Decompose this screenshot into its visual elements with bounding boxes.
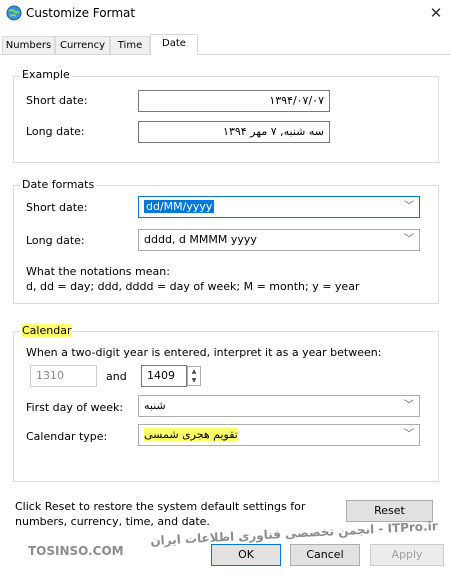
notation-text: d, dd = day; ddd, dddd = day of week; M … <box>26 280 360 293</box>
year-to-field[interactable]: 1409 <box>141 365 187 387</box>
tab-time[interactable]: Time <box>110 36 150 54</box>
reset-info-line-2: numbers, currency, time, and date. <box>15 515 210 528</box>
example-long-field: سه شنبه, ۷ مهر ۱۳۹۴ <box>138 121 330 143</box>
short-date-combo[interactable]: dd/MM/yyyy ﹀ <box>138 196 420 218</box>
two-digit-year-text: When a two-digit year is entered, interp… <box>26 346 382 359</box>
spin-up-icon[interactable]: ▲ <box>188 367 200 376</box>
spin-down-icon[interactable]: ▼ <box>188 376 200 385</box>
long-date-combo[interactable]: dddd, d MMMM yyyy ﹀ <box>138 229 420 251</box>
chevron-down-icon[interactable]: ﹀ <box>404 425 414 445</box>
short-date-value: dd/MM/yyyy <box>144 200 215 213</box>
first-day-label: First day of week: <box>26 401 124 414</box>
chevron-down-icon[interactable]: ﹀ <box>404 396 414 416</box>
tab-divider <box>0 54 451 55</box>
example-short-field: ۱۳۹۴/۰۷/۰۷ <box>138 90 330 112</box>
title-bar: Customize Format ✕ <box>0 0 451 30</box>
chevron-down-icon[interactable]: ﹀ <box>404 197 414 217</box>
short-date-label: Short date: <box>26 201 88 214</box>
tab-currency[interactable]: Currency <box>55 36 110 54</box>
close-icon[interactable]: ✕ <box>424 2 448 24</box>
calendar-type-combo[interactable]: تقویم هجری شمسی ﹀ <box>138 424 420 446</box>
calendar-type-label: Calendar type: <box>26 430 108 443</box>
first-day-combo[interactable]: شنبه ﹀ <box>138 395 420 417</box>
window-title: Customize Format <box>26 6 136 20</box>
long-date-value: dddd, d MMMM yyyy <box>144 233 257 246</box>
example-legend: Example <box>20 68 72 81</box>
and-label: and <box>106 370 127 383</box>
ok-button[interactable]: OK <box>211 544 281 566</box>
calendar-legend: Calendar <box>20 324 74 337</box>
cancel-button[interactable]: Cancel <box>290 544 360 566</box>
calendar-type-value: تقویم هجری شمسی <box>144 428 238 441</box>
apply-button[interactable]: Apply <box>370 544 444 566</box>
example-long-label: Long date: <box>26 125 85 138</box>
example-short-label: Short date: <box>26 94 88 107</box>
watermark-left: TOSINSO.COM <box>28 544 124 558</box>
tab-strip: Numbers Currency Time Date <box>0 34 451 55</box>
year-from-field: 1310 <box>30 365 97 387</box>
notation-title: What the notations mean: <box>26 265 170 278</box>
tab-date[interactable]: Date <box>150 34 198 55</box>
tab-numbers[interactable]: Numbers <box>2 36 55 54</box>
globe-icon <box>6 5 22 21</box>
date-formats-legend: Date formats <box>20 178 97 191</box>
chevron-down-icon[interactable]: ﹀ <box>404 230 414 250</box>
first-day-value: شنبه <box>144 399 166 412</box>
year-spinner[interactable]: ▲ ▼ <box>187 366 201 386</box>
long-date-label: Long date: <box>26 234 85 247</box>
reset-button[interactable]: Reset <box>346 500 433 522</box>
reset-info-line-1: Click Reset to restore the system defaul… <box>15 500 306 513</box>
